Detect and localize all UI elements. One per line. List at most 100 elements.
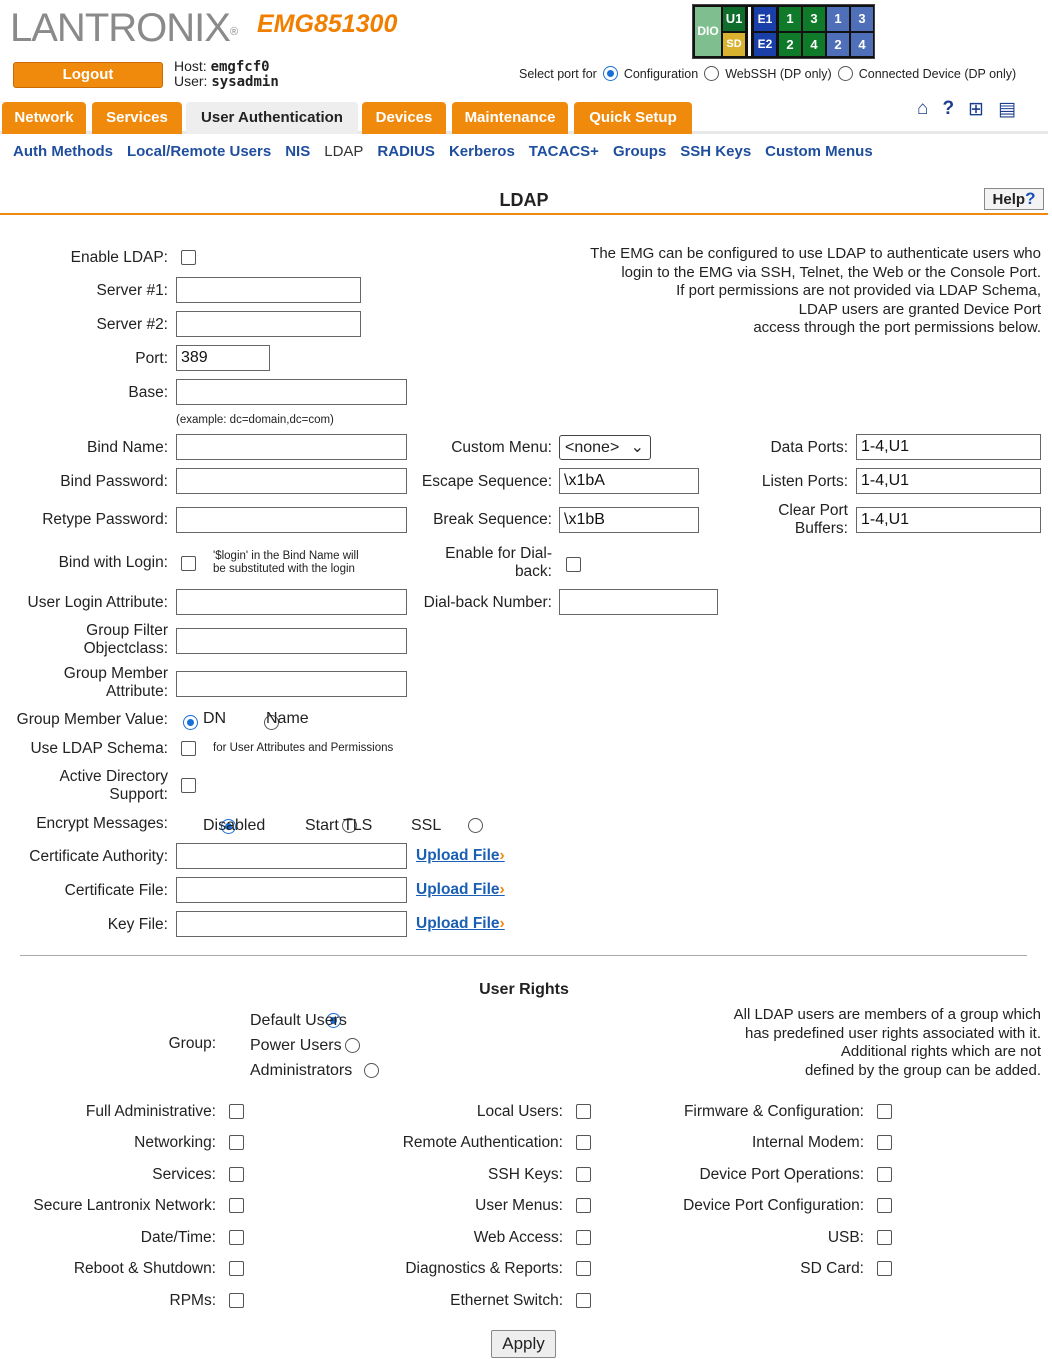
data-ports-input[interactable]: 1-4,U1 (856, 434, 1041, 460)
tab-maintenance[interactable]: Maintenance (452, 102, 568, 134)
base-input[interactable] (176, 379, 407, 405)
group-administrators-radio[interactable] (364, 1062, 380, 1078)
right-remote-authentication-checkbox[interactable] (576, 1135, 591, 1150)
bind-with-login-checkbox[interactable] (181, 556, 196, 571)
subnav-custom-menus[interactable]: Custom Menus (765, 143, 873, 160)
server1-label: Server #1: (96, 282, 168, 299)
group-label: Group: (168, 1035, 216, 1052)
cert-upload-link[interactable]: Upload File› (416, 881, 505, 899)
right-sd-card-checkbox[interactable] (877, 1261, 892, 1276)
right-ssh-keys-checkbox[interactable] (576, 1167, 591, 1182)
active-directory-checkbox[interactable] (181, 778, 196, 793)
certificate-authority-input[interactable] (176, 843, 407, 869)
right-user-menus-label: User Menus: (475, 1197, 563, 1214)
group-member-attribute-label: Group Member Attribute: (63, 665, 168, 700)
subnav-nis[interactable]: NIS (285, 143, 310, 160)
bind-name-input[interactable] (176, 434, 407, 460)
right-device-port-operations-label: Device Port Operations: (699, 1166, 864, 1183)
sd-indicator: SD (723, 33, 745, 56)
right-rpms-checkbox[interactable] (229, 1293, 244, 1308)
tab-quick-setup[interactable]: Quick Setup (574, 102, 692, 134)
encrypt-messages-label: Encrypt Messages: (36, 815, 168, 832)
radio-webssh[interactable] (704, 66, 720, 81)
log-list-icon[interactable]: ▤ (998, 98, 1016, 121)
certificate-authority-label: Certificate Authority: (29, 848, 168, 865)
right-local-users-checkbox[interactable] (576, 1104, 591, 1119)
right-secure-lantronix-network-checkbox[interactable] (229, 1198, 244, 1213)
right-date-time-checkbox[interactable] (229, 1230, 244, 1245)
server2-input[interactable] (176, 311, 361, 337)
dio-indicator: DIO (695, 7, 721, 56)
port-indicator: 3 (803, 7, 825, 31)
subnav-tacacs[interactable]: TACACS+ (529, 143, 599, 160)
right-full-administrative-checkbox[interactable] (229, 1104, 244, 1119)
subnav-auth-methods[interactable]: Auth Methods (13, 143, 113, 160)
right-networking-checkbox[interactable] (229, 1135, 244, 1150)
key-upload-link[interactable]: Upload File› (416, 915, 505, 933)
lantronix-logo: LANTRONIX® (10, 6, 238, 50)
tab-devices[interactable]: Devices (362, 102, 446, 134)
enable-ldap-checkbox[interactable] (181, 250, 196, 265)
help-button[interactable]: Help? (984, 188, 1044, 210)
group-filter-input[interactable] (176, 628, 407, 654)
clear-port-buffers-input[interactable]: 1-4,U1 (856, 507, 1041, 533)
right-user-menus-checkbox[interactable] (576, 1198, 591, 1213)
tab-services[interactable]: Services (92, 102, 182, 134)
right-ethernet-switch-checkbox[interactable] (576, 1293, 591, 1308)
key-file-input[interactable] (176, 911, 407, 937)
subnav-ldap[interactable]: LDAP (324, 143, 363, 160)
group-power-users-radio[interactable] (345, 1037, 361, 1053)
tab-network[interactable]: Network (2, 102, 86, 134)
escape-sequence-input[interactable]: \x1bA (559, 468, 699, 494)
right-web-access-checkbox[interactable] (576, 1230, 591, 1245)
subnav-kerberos[interactable]: Kerberos (449, 143, 515, 160)
group-member-attribute-input[interactable] (176, 671, 407, 697)
user-login-attribute-input[interactable] (176, 589, 407, 615)
enc-ssl-radio[interactable] (467, 817, 483, 833)
use-ldap-schema-checkbox[interactable] (181, 741, 196, 756)
right-device-port-configuration-checkbox[interactable] (877, 1198, 892, 1213)
subnav-radius[interactable]: RADIUS (377, 143, 435, 160)
sitemap-icon[interactable]: ⊞ (968, 98, 984, 121)
right-internal-modem-checkbox[interactable] (877, 1135, 892, 1150)
port-indicator: 4 (851, 33, 873, 56)
right-device-port-operations-checkbox[interactable] (877, 1167, 892, 1182)
base-label: Base: (128, 384, 168, 401)
certificate-file-label: Certificate File: (64, 882, 168, 899)
right-internal-modem-label: Internal Modem: (752, 1134, 864, 1151)
right-firmware-configuration-checkbox[interactable] (877, 1104, 892, 1119)
custom-menu-select[interactable]: <none> ⌄ (559, 435, 651, 460)
listen-ports-input[interactable]: 1-4,U1 (856, 468, 1041, 494)
certificate-file-input[interactable] (176, 877, 407, 903)
right-reboot-shutdown-checkbox[interactable] (229, 1261, 244, 1276)
subnav-local-remote-users[interactable]: Local/Remote Users (127, 143, 271, 160)
radio-connected-device[interactable] (837, 66, 853, 81)
port-indicator: 1 (779, 7, 801, 31)
radio-configuration[interactable] (602, 66, 618, 81)
port-input[interactable]: 389 (176, 345, 270, 371)
ca-upload-link[interactable]: Upload File› (416, 847, 505, 865)
gmv-dn-radio[interactable] (183, 714, 198, 730)
dialback-number-input[interactable] (559, 589, 718, 615)
bind-password-input[interactable] (176, 468, 407, 494)
subnav-ssh-keys[interactable]: SSH Keys (680, 143, 751, 160)
right-usb-checkbox[interactable] (877, 1230, 892, 1245)
apply-button[interactable]: Apply (491, 1330, 556, 1358)
right-services-checkbox[interactable] (229, 1167, 244, 1182)
logout-button[interactable]: Logout (13, 62, 163, 88)
break-sequence-input[interactable]: \x1bB (559, 507, 699, 533)
group-filter-label: Group Filter Objectclass: (83, 622, 168, 657)
tab-user-authentication[interactable]: User Authentication (186, 102, 358, 134)
port-indicator: 1 (827, 7, 849, 31)
section-divider (20, 955, 1027, 956)
right-diagnostics-reports-checkbox[interactable] (576, 1261, 591, 1276)
right-sd-card-label: SD Card: (800, 1260, 864, 1277)
enc-starttls-label: Start TLS (305, 817, 373, 834)
help-question-icon[interactable]: ? (942, 98, 954, 121)
home-icon[interactable]: ⌂ (917, 98, 928, 121)
retype-password-input[interactable] (176, 507, 407, 533)
dialback-checkbox[interactable] (566, 557, 581, 572)
right-full-administrative-label: Full Administrative: (85, 1103, 216, 1120)
server1-input[interactable] (176, 277, 361, 303)
subnav-groups[interactable]: Groups (613, 143, 666, 160)
